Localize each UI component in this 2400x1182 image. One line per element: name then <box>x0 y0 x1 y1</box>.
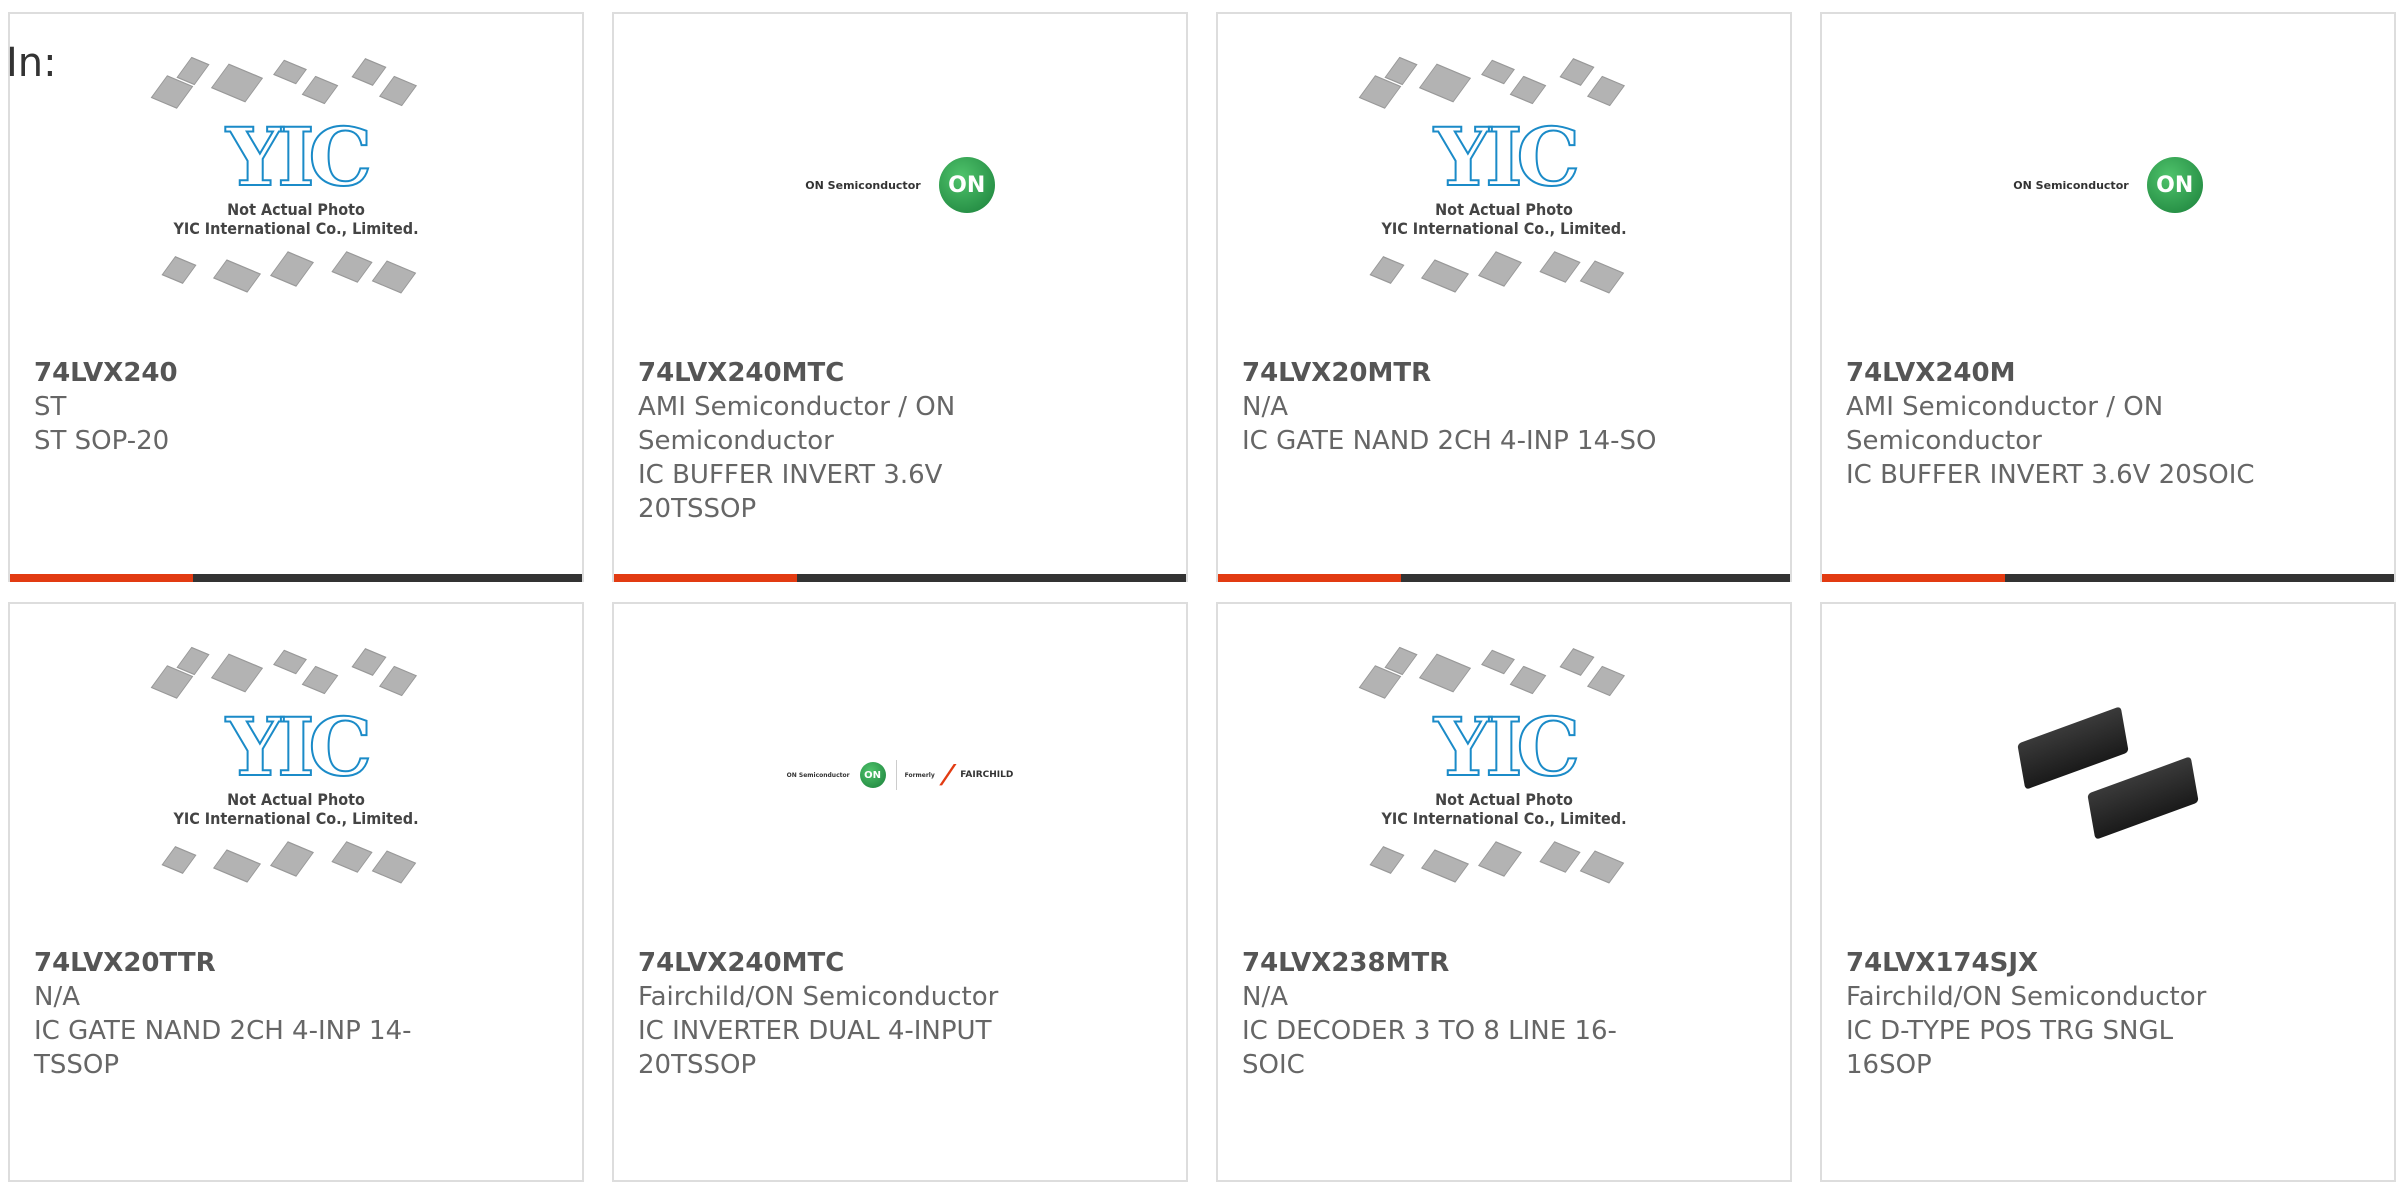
product-card[interactable]: ON Semiconductor ON 74LVX240MTC AMI Semi… <box>612 12 1188 582</box>
on-semiconductor-logo: ON Semiconductor ON <box>2013 157 2203 213</box>
manufacturer: AMI Semiconductor / ON Semiconductor <box>638 392 956 456</box>
card-bottom-bar <box>1218 574 1790 582</box>
part-number[interactable]: 74LVX20MTR <box>1242 356 1662 390</box>
product-info: 74LVX240MTC AMI Semiconductor / ON Semic… <box>638 356 1058 526</box>
product-image[interactable] <box>1822 604 2394 946</box>
product-info: 74LVX240 ST ST SOP-20 <box>34 356 454 458</box>
description: IC BUFFER INVERT 3.6V 20TSSOP <box>638 460 943 524</box>
yic-placeholder-image: YIC Not Actual Photo YIC International C… <box>146 56 446 310</box>
on-semiconductor-logo: ON Semiconductor ON <box>805 157 995 213</box>
yic-logo: YIC <box>225 109 373 205</box>
product-info: 74LVX20TTR N/A IC GATE NAND 2CH 4-INP 14… <box>34 946 454 1082</box>
placeholder-company: YIC International Co., Limited. <box>1381 219 1627 238</box>
product-image[interactable]: YIC Not Actual Photo YIC International C… <box>10 14 582 356</box>
part-number[interactable]: 74LVX238MTR <box>1242 946 1662 980</box>
yic-placeholder-image: YIC Not Actual Photo YIC International C… <box>1354 56 1654 310</box>
placeholder-company: YIC International Co., Limited. <box>1381 809 1627 828</box>
product-card[interactable]: 74LVX174SJX Fairchild/ON Semiconductor I… <box>1820 602 2396 1182</box>
manufacturer: AMI Semiconductor / ON Semiconductor <box>1846 392 2164 456</box>
placeholder-caption: Not Actual Photo <box>1435 790 1573 809</box>
description: IC D-TYPE POS TRG SNGL 16SOP <box>1846 1016 2174 1080</box>
product-info: 74LVX240M AMI Semiconductor / ON Semicon… <box>1846 356 2266 492</box>
description: IC BUFFER INVERT 3.6V 20SOIC <box>1846 460 2255 490</box>
description: IC INVERTER DUAL 4-INPUT 20TSSOP <box>638 1016 992 1080</box>
product-info: 74LVX240MTC Fairchild/ON Semiconductor I… <box>638 946 1058 1082</box>
description: IC GATE NAND 2CH 4-INP 14-TSSOP <box>34 1016 412 1080</box>
product-info: 74LVX238MTR N/A IC DECODER 3 TO 8 LINE 1… <box>1242 946 1662 1082</box>
placeholder-caption: Not Actual Photo <box>227 790 365 809</box>
product-image[interactable]: ON Semiconductor ON Formerly / FAIRCHILD <box>614 604 1186 946</box>
part-number[interactable]: 74LVX240MTC <box>638 356 1058 390</box>
description: IC DECODER 3 TO 8 LINE 16-SOIC <box>1242 1016 1617 1080</box>
yic-logo: YIC <box>225 699 373 795</box>
description: ST SOP-20 <box>34 426 170 456</box>
yic-placeholder-image: YIC Not Actual Photo YIC International C… <box>1354 646 1654 900</box>
manufacturer: N/A <box>1242 392 1288 422</box>
product-card[interactable]: ON Semiconductor ON 74LVX240M AMI Semico… <box>1820 12 2396 582</box>
product-card[interactable]: YIC Not Actual Photo YIC International C… <box>8 12 584 582</box>
card-bottom-bar <box>10 574 582 582</box>
yic-placeholder-image: YIC Not Actual Photo YIC International C… <box>146 646 446 900</box>
product-card[interactable]: YIC Not Actual Photo YIC International C… <box>1216 602 1792 1182</box>
manufacturer: Fairchild/ON Semiconductor <box>1846 982 2207 1012</box>
ic-chip-photo <box>2008 675 2208 875</box>
placeholder-caption: Not Actual Photo <box>1435 200 1573 219</box>
yic-logo: YIC <box>1433 699 1581 795</box>
description: IC GATE NAND 2CH 4-INP 14-SO <box>1242 426 1657 456</box>
manufacturer: N/A <box>1242 982 1288 1012</box>
product-image[interactable]: YIC Not Actual Photo YIC International C… <box>1218 14 1790 356</box>
part-number[interactable]: 74LVX240M <box>1846 356 2266 390</box>
part-number[interactable]: 74LVX20TTR <box>34 946 454 980</box>
part-number[interactable]: 74LVX240MTC <box>638 946 1058 980</box>
part-number[interactable]: 74LVX174SJX <box>1846 946 2266 980</box>
product-image[interactable]: YIC Not Actual Photo YIC International C… <box>10 604 582 946</box>
part-number[interactable]: 74LVX240 <box>34 356 454 390</box>
on-fairchild-logo: ON Semiconductor ON Formerly / FAIRCHILD <box>786 760 1014 790</box>
product-card[interactable]: YIC Not Actual Photo YIC International C… <box>1216 12 1792 582</box>
product-image[interactable]: ON Semiconductor ON <box>614 14 1186 356</box>
product-card[interactable]: ON Semiconductor ON Formerly / FAIRCHILD… <box>612 602 1188 1182</box>
card-bottom-bar <box>1822 574 2394 582</box>
manufacturer: N/A <box>34 982 80 1012</box>
in-label: In: <box>6 40 57 86</box>
placeholder-caption: Not Actual Photo <box>227 200 365 219</box>
placeholder-company: YIC International Co., Limited. <box>173 219 419 238</box>
product-info: 74LVX20MTR N/A IC GATE NAND 2CH 4-INP 14… <box>1242 356 1662 458</box>
product-card[interactable]: YIC Not Actual Photo YIC International C… <box>8 602 584 1182</box>
product-image[interactable]: YIC Not Actual Photo YIC International C… <box>1218 604 1790 946</box>
manufacturer: Fairchild/ON Semiconductor <box>638 982 999 1012</box>
product-info: 74LVX174SJX Fairchild/ON Semiconductor I… <box>1846 946 2266 1082</box>
yic-logo: YIC <box>1433 109 1581 205</box>
card-bottom-bar <box>614 574 1186 582</box>
manufacturer: ST <box>34 392 67 422</box>
product-image[interactable]: ON Semiconductor ON <box>1822 14 2394 356</box>
placeholder-company: YIC International Co., Limited. <box>173 809 419 828</box>
